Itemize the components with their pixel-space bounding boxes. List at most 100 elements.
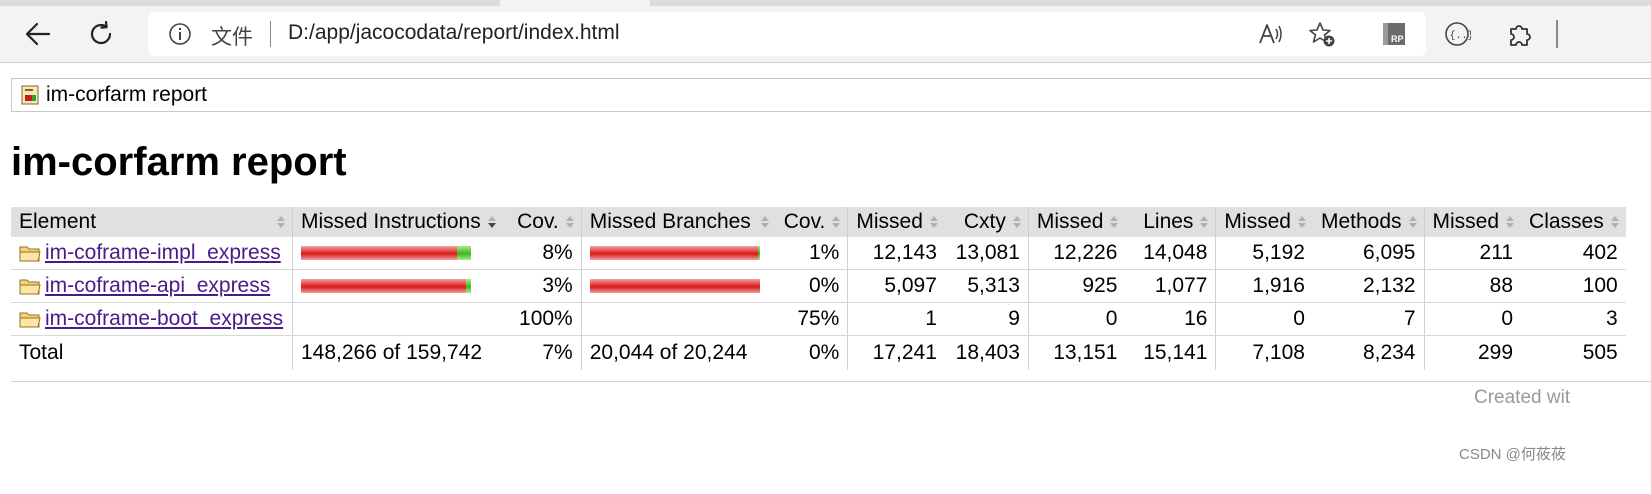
address-separator bbox=[270, 21, 271, 47]
extension-rp-button[interactable]: RP bbox=[1374, 14, 1414, 54]
rp-extension-icon: RP bbox=[1383, 23, 1405, 45]
col-classes[interactable]: Classes bbox=[1521, 207, 1626, 237]
toolbar-divider bbox=[1556, 20, 1558, 48]
address-bar[interactable]: 文件 D:/app/jacocodata/report/index.html bbox=[148, 12, 1426, 56]
address-url[interactable]: D:/app/jacocodata/report/index.html bbox=[288, 21, 620, 45]
package-folder-icon bbox=[19, 312, 41, 328]
code-braces-icon: {..} bbox=[1445, 22, 1471, 46]
col-missed-instructions[interactable]: Missed Instructions bbox=[291, 207, 503, 237]
table-header-row: Element Missed Instructions Cov. Missed … bbox=[11, 207, 1626, 237]
element-cell: im-coframe-impl_express bbox=[11, 237, 293, 270]
classes-missed: 211 bbox=[1423, 237, 1522, 270]
sort-both-icon bbox=[1610, 216, 1619, 228]
sort-both-icon bbox=[832, 216, 841, 228]
total-methods-missed: 7,108 bbox=[1215, 335, 1313, 370]
col-instructions-cov[interactable]: Cov. bbox=[502, 207, 582, 237]
total-instructions: 148,266 of 159,742 bbox=[291, 335, 503, 370]
col-methods[interactable]: Methods bbox=[1312, 207, 1424, 237]
methods-missed: 0 bbox=[1215, 302, 1313, 336]
col-methods-missed[interactable]: Missed bbox=[1215, 207, 1313, 237]
total-cxty-missed: 17,241 bbox=[847, 335, 945, 370]
puzzle-icon bbox=[1510, 25, 1531, 46]
methods: 6,095 bbox=[1312, 237, 1424, 270]
total-classes: 505 bbox=[1582, 341, 1618, 364]
sort-both-icon bbox=[277, 216, 285, 228]
package-link[interactable]: im-coframe-boot_express bbox=[45, 307, 283, 331]
col-missed-branches[interactable]: Missed Branches bbox=[580, 207, 776, 237]
col-lines-missed[interactable]: Missed bbox=[1027, 207, 1126, 237]
element-cell: im-coframe-boot_express bbox=[11, 302, 293, 336]
total-lines-missed: 13,151 bbox=[1027, 335, 1126, 370]
sort-both-icon bbox=[565, 216, 574, 228]
package-folder-icon bbox=[19, 246, 41, 262]
page-title: im-corfarm report bbox=[11, 140, 347, 184]
package-link[interactable]: im-coframe-impl_express bbox=[45, 241, 281, 265]
covered-bar bbox=[757, 246, 760, 261]
lines: 14,048 bbox=[1125, 237, 1216, 270]
instructions-bar-cell bbox=[291, 269, 503, 303]
branches-cov: 1% bbox=[775, 237, 848, 270]
classes: 100 bbox=[1521, 269, 1626, 303]
missed-bar bbox=[589, 246, 758, 261]
sort-both-icon bbox=[1408, 216, 1417, 228]
table-row: im-coframe-impl_express 8% 1% 12,143 13,081 1… bbox=[11, 237, 1626, 270]
lines-missed: 12,226 bbox=[1027, 237, 1126, 270]
extension-code-button[interactable]: {..} bbox=[1437, 14, 1477, 54]
refresh-icon bbox=[90, 20, 112, 45]
sort-both-icon bbox=[1012, 216, 1021, 228]
lines-missed: 0 bbox=[1027, 302, 1126, 336]
table-row: im-coframe-api_express 3% 0% 5,097 5,313 925 1… bbox=[11, 269, 1626, 303]
branches-cov: 75% bbox=[775, 302, 848, 336]
browser-toolbar: 文件 D:/app/jacocodata/report/index.html R… bbox=[0, 6, 1651, 63]
covered-bar bbox=[457, 246, 471, 261]
total-classes-missed: 299 bbox=[1423, 335, 1522, 370]
info-icon[interactable] bbox=[168, 22, 192, 46]
instructions-bar-cell bbox=[291, 302, 503, 336]
footer-divider bbox=[11, 381, 1651, 382]
methods: 2,132 bbox=[1312, 269, 1424, 303]
footer-created-text: Created wit bbox=[1474, 387, 1571, 408]
add-favorite-icon[interactable] bbox=[1308, 20, 1336, 48]
col-cxty-missed[interactable]: Missed bbox=[847, 207, 945, 237]
missed-bar bbox=[589, 279, 760, 294]
classes: 3 bbox=[1521, 302, 1626, 336]
arrow-left-icon bbox=[25, 22, 51, 46]
col-lines[interactable]: Lines bbox=[1125, 207, 1216, 237]
breadcrumb-label: im-corfarm report bbox=[46, 83, 208, 106]
methods-missed: 5,192 bbox=[1215, 237, 1313, 270]
watermark: CSDN @何莜莜 bbox=[1459, 446, 1566, 463]
cxty-missed: 5,097 bbox=[847, 269, 945, 303]
instructions-cov: 100% bbox=[502, 302, 582, 336]
extensions-button[interactable] bbox=[1500, 14, 1540, 54]
sort-both-icon bbox=[1110, 216, 1119, 228]
col-element[interactable]: Element bbox=[11, 207, 293, 237]
classes-missed: 88 bbox=[1423, 269, 1522, 303]
address-protocol: 文件 bbox=[211, 26, 253, 49]
branches-cov: 0% bbox=[775, 269, 848, 303]
breadcrumb: im-corfarm report bbox=[11, 78, 1651, 112]
package-link[interactable]: im-coframe-api_express bbox=[45, 274, 270, 298]
total-methods: 8,234 bbox=[1362, 341, 1416, 364]
missed-bar bbox=[301, 279, 466, 294]
col-cxty[interactable]: Cxty bbox=[944, 207, 1029, 237]
refresh-button[interactable] bbox=[81, 14, 121, 54]
cxty: 5,313 bbox=[944, 269, 1029, 303]
read-aloud-icon[interactable] bbox=[1256, 20, 1284, 48]
back-button[interactable] bbox=[18, 14, 58, 54]
col-classes-missed[interactable]: Missed bbox=[1423, 207, 1522, 237]
cxty-missed: 12,143 bbox=[847, 237, 945, 270]
svg-text:RP: RP bbox=[1391, 34, 1404, 44]
classes: 402 bbox=[1521, 237, 1626, 270]
report-icon bbox=[21, 85, 39, 105]
sort-both-icon bbox=[1506, 216, 1515, 228]
sort-both-icon bbox=[760, 216, 769, 228]
total-row: Total 148,266 of 159,742 7% 20,044 of 20… bbox=[11, 335, 1626, 370]
sort-desc-icon bbox=[487, 216, 496, 228]
branches-bar-cell bbox=[580, 302, 776, 336]
sort-both-icon bbox=[1200, 216, 1209, 228]
col-branches-cov[interactable]: Cov. bbox=[775, 207, 848, 237]
covered-bar bbox=[466, 279, 471, 294]
cxty: 13,081 bbox=[944, 237, 1029, 270]
total-instructions-cov: 7% bbox=[542, 341, 573, 364]
element-cell: im-coframe-api_express bbox=[11, 269, 293, 303]
